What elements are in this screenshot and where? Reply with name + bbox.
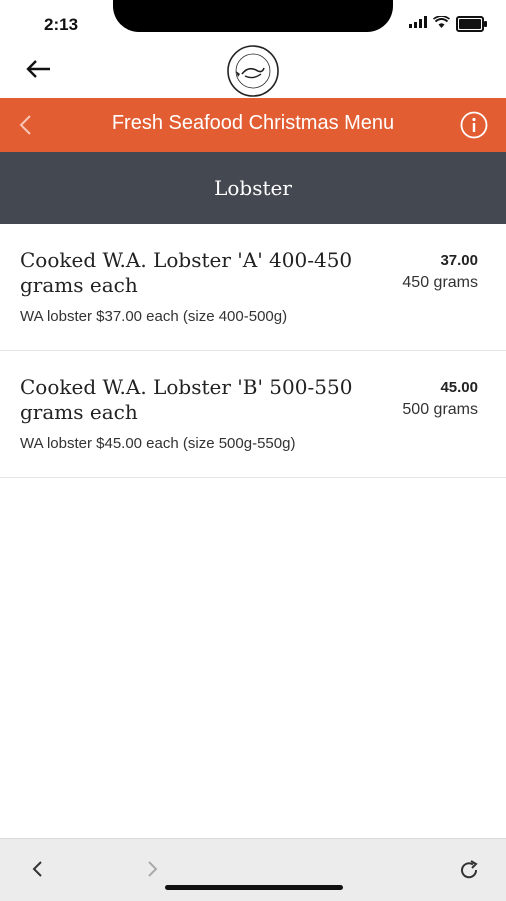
menu-item-list: Cooked W.A. Lobster 'A' 400-450 grams ea… [0,224,506,478]
app-bar [0,44,506,98]
reload-icon[interactable] [456,857,482,883]
status-icons [409,15,487,33]
browser-back-icon[interactable] [28,857,48,881]
back-arrow-icon[interactable] [24,54,54,84]
category-title: Lobster [214,176,292,200]
browser-toolbar [0,838,506,901]
item-weight: 500 grams [402,401,478,418]
browser-forward-icon[interactable] [142,857,162,881]
battery-fill [459,19,481,29]
item-price: 45.00 [440,379,478,396]
info-icon[interactable] [460,111,488,139]
wifi-icon [433,15,450,33]
item-description: WA lobster $45.00 each (size 500g-550g) [20,435,296,452]
item-price: 37.00 [440,252,478,269]
status-time: 2:13 [44,15,79,34]
item-name: Cooked W.A. Lobster 'B' 500-550 grams ea… [20,375,353,424]
header-bar: Fresh Seafood Christmas Menu [0,98,506,152]
menu-item[interactable]: Cooked W.A. Lobster 'A' 400-450 grams ea… [0,224,506,351]
category-bar: Lobster [0,152,506,224]
item-description: WA lobster $37.00 each (size 400-500g) [20,308,288,325]
item-name: Cooked W.A. Lobster 'A' 400-450 grams ea… [20,248,353,297]
menu-item[interactable]: Cooked W.A. Lobster 'B' 500-550 grams ea… [0,351,506,478]
signal-icon [409,15,427,33]
seafood-logo [218,44,288,98]
status-bar: 2:13 [0,0,506,44]
battery-icon [456,16,487,32]
home-indicator [165,885,343,890]
item-weight: 450 grams [402,274,478,291]
page-title: Fresh Seafood Christmas Menu [111,112,395,134]
